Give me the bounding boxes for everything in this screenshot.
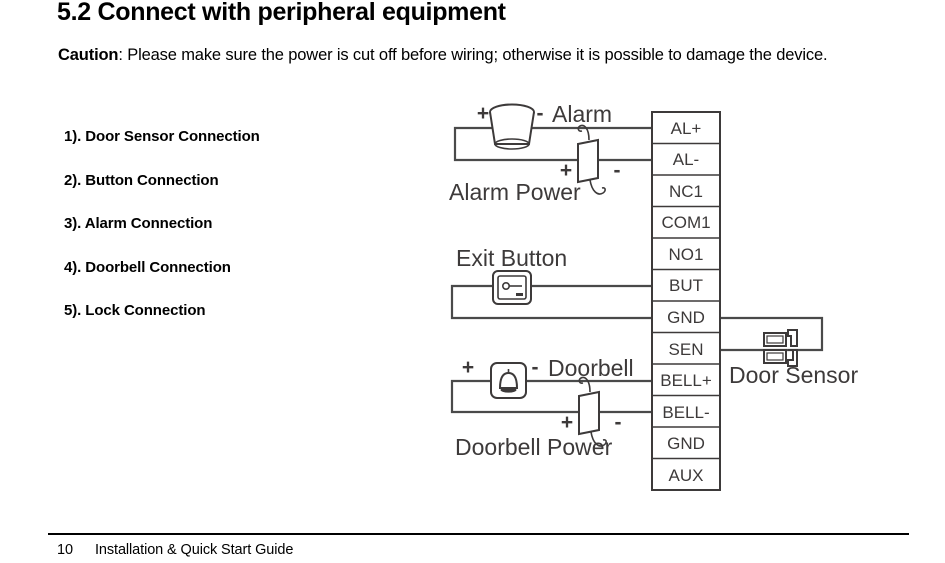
doorbell-power-label: Doorbell Power: [455, 434, 613, 460]
wiring-diagram-svg: .wire{stroke:#4a4a4a;stroke-width:2.2;fi…: [449, 101, 858, 491]
footer: 10 Installation & Quick Start Guide: [57, 542, 293, 558]
alarm-minus-sign: -: [537, 102, 544, 125]
document-page: 5.2 Connect with peripheral equipment Ca…: [0, 0, 945, 563]
doorbell-minus-sign: -: [532, 356, 539, 379]
terminal-label-no1: NO1: [669, 245, 704, 264]
alarm-power-minus-sign: -: [614, 159, 621, 182]
doorbell-power-plus-sign: +: [561, 411, 573, 434]
footer-title: Installation & Quick Start Guide: [95, 542, 294, 558]
exit-button-label: Exit Button: [456, 245, 567, 271]
terminal-label-sen: SEN: [669, 340, 704, 359]
terminal-label-bell-minus: BELL-: [662, 403, 709, 422]
door-sensor-icon: [763, 329, 798, 367]
terminal-label-but: BUT: [669, 276, 703, 295]
terminal-label-gnd-2: GND: [667, 434, 705, 453]
terminal-label-al-minus: AL-: [673, 150, 699, 169]
doorbell-power-minus-sign: -: [615, 411, 622, 434]
doorbell-plus-sign: +: [462, 356, 474, 379]
alarm-plus-sign: +: [477, 102, 489, 125]
wiring-diagram: .wire{stroke:#4a4a4a;stroke-width:2.2;fi…: [0, 0, 945, 520]
doorbell-icon: [490, 362, 527, 399]
terminal-label-com1: COM1: [661, 213, 710, 232]
doorbell-label: Doorbell: [548, 355, 634, 381]
terminal-label-gnd-1: GND: [667, 308, 705, 327]
terminal-block: AL+ AL- NC1 COM1 NO1 BUT GND SEN BELL+ B…: [651, 111, 721, 491]
door-sensor-label: Door Sensor: [729, 362, 858, 388]
exit-button-icon: [492, 270, 532, 305]
alarm-circuit-wires: [453, 126, 654, 162]
exit-button-circuit-wires: [450, 284, 654, 320]
doorbell-circuit-wires: [450, 379, 654, 414]
terminal-label-aux: AUX: [669, 466, 704, 485]
alarm-label: Alarm: [552, 101, 612, 127]
footer-divider: [48, 533, 909, 535]
terminal-label-nc1: NC1: [669, 182, 703, 201]
terminal-label-al-plus: AL+: [671, 119, 702, 138]
alarm-power-label: Alarm Power: [449, 179, 581, 205]
terminal-label-bell-plus: BELL+: [660, 371, 712, 390]
alarm-siren-icon: [489, 103, 535, 150]
page-number: 10: [57, 542, 73, 558]
